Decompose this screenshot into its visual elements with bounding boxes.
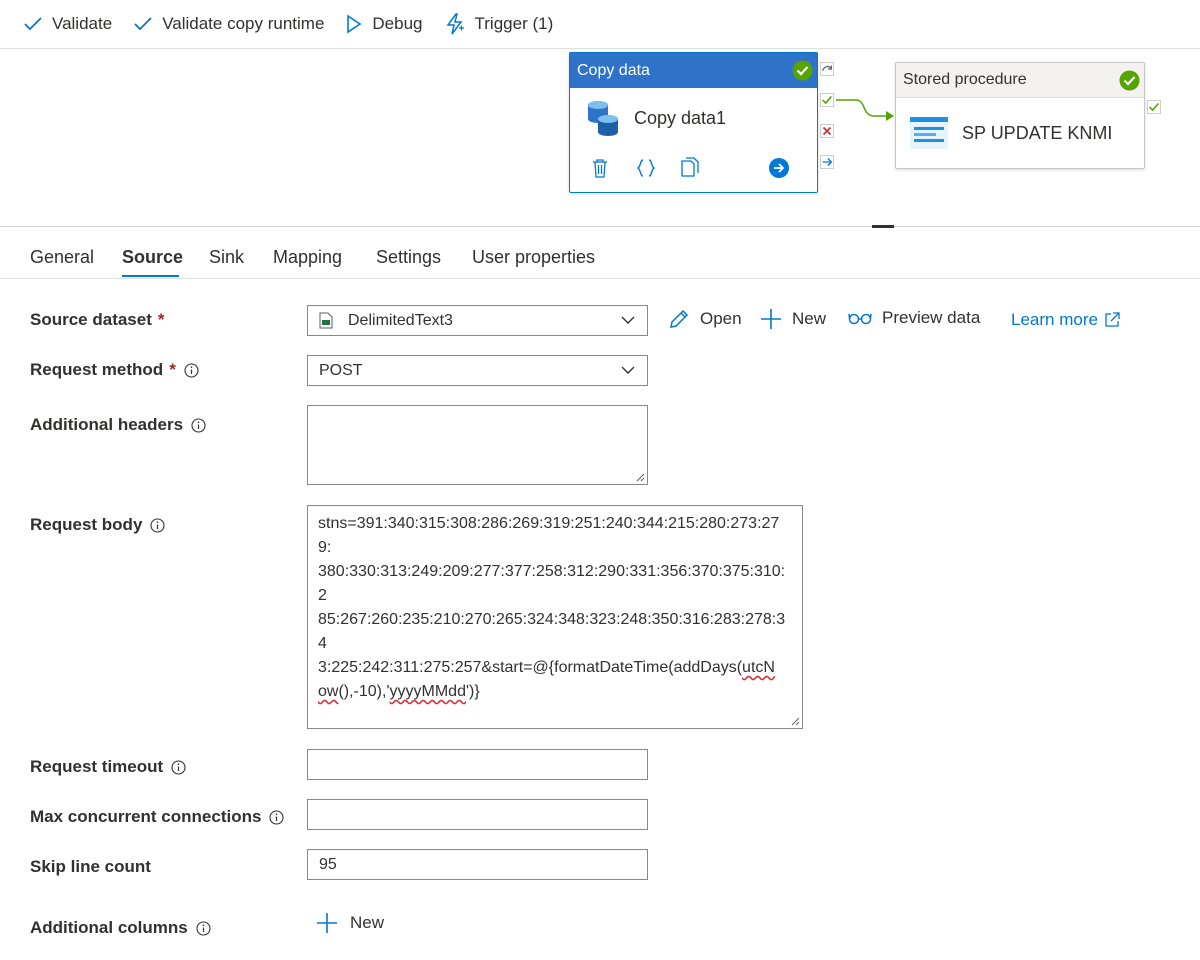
tab-general[interactable]: General [30, 247, 94, 268]
completion-port-icon[interactable] [820, 155, 834, 169]
clone-icon[interactable] [680, 157, 700, 179]
new-dataset-button[interactable]: New [760, 308, 826, 330]
database-copy-icon [588, 101, 618, 136]
resize-grip[interactable] [872, 225, 894, 228]
trigger-label: Trigger (1) [474, 14, 554, 33]
request-method-value: POST [319, 361, 363, 379]
copy-data-activity[interactable]: Copy data Copy data1 [569, 52, 818, 193]
success-port-icon[interactable] [820, 93, 834, 107]
tab-settings[interactable]: Settings [376, 247, 441, 268]
learn-more-link[interactable]: Learn more [1011, 310, 1120, 330]
validate-button[interactable]: Validate [24, 0, 112, 49]
checkmark-icon [24, 17, 42, 31]
skip-line-count-value: 95 [319, 855, 337, 873]
source-dataset-label: Source dataset * [30, 310, 165, 329]
tab-user-properties[interactable]: User properties [472, 247, 595, 268]
required-marker: * [157, 310, 165, 329]
request-method-label: Request method * [30, 360, 199, 380]
play-icon [347, 14, 362, 34]
code-braces-icon[interactable] [636, 158, 656, 178]
info-icon[interactable] [196, 920, 211, 936]
activity-name: Copy data1 [634, 107, 727, 128]
activity-name: SP UPDATE KNMI [962, 122, 1113, 143]
stored-procedure-header: Stored procedure [896, 63, 1144, 98]
skip-line-count-input[interactable]: 95 [307, 849, 648, 880]
properties-tabs: General Source Sink Mapping Settings Use… [0, 229, 1200, 279]
tab-source[interactable]: Source [122, 247, 183, 268]
success-status-icon [792, 60, 813, 81]
required-marker: * [169, 360, 176, 379]
source-dataset-select[interactable]: DelimitedText3 [307, 305, 648, 336]
tab-sink[interactable]: Sink [209, 247, 244, 268]
validate-copy-runtime-button[interactable]: Validate copy runtime [134, 0, 324, 49]
canvas-divider [0, 226, 1200, 227]
request-timeout-label: Request timeout [30, 757, 186, 777]
lightning-icon [446, 13, 464, 35]
checkmark-icon [134, 17, 152, 31]
tab-mapping[interactable]: Mapping [273, 247, 342, 268]
stored-procedure-icon [910, 117, 948, 149]
info-icon[interactable] [191, 417, 206, 433]
toolbar: Validate Validate copy runtime Debug Tri… [0, 0, 1200, 49]
success-status-icon [1119, 70, 1140, 91]
plus-icon [761, 309, 781, 329]
copy-data-header: Copy data [570, 53, 817, 88]
info-icon[interactable] [184, 362, 199, 378]
navigate-arrow-icon[interactable] [768, 157, 790, 179]
max-concurrent-connections-input[interactable] [307, 799, 648, 830]
debug-button[interactable]: Debug [346, 0, 423, 49]
request-timeout-input[interactable] [307, 749, 648, 780]
failure-port-icon[interactable] [820, 124, 834, 138]
source-dataset-value: DelimitedText3 [348, 311, 453, 329]
validate-copy-runtime-label: Validate copy runtime [162, 14, 325, 33]
chevron-down-icon [621, 366, 635, 374]
validate-label: Validate [52, 14, 113, 33]
max-concurrent-connections-label: Max concurrent connections [30, 807, 284, 827]
skip-line-count-label: Skip line count [30, 857, 151, 876]
resize-handle-icon[interactable] [790, 716, 800, 726]
glasses-icon [848, 313, 872, 325]
pencil-icon [670, 309, 689, 328]
add-column-button[interactable]: New [316, 912, 384, 934]
skip-port-icon[interactable] [820, 62, 834, 76]
additional-columns-label: Additional columns [30, 918, 211, 938]
debug-label: Debug [372, 14, 423, 33]
delete-icon[interactable] [592, 158, 608, 178]
activity-type-label: Stored procedure [903, 71, 1027, 88]
info-icon[interactable] [150, 517, 165, 533]
info-icon[interactable] [171, 759, 186, 775]
external-link-icon [1105, 312, 1120, 327]
trigger-button[interactable]: Trigger (1) [445, 0, 554, 49]
resize-handle-icon[interactable] [635, 472, 645, 482]
request-body-label: Request body [30, 515, 165, 535]
activity-type-label: Copy data [577, 61, 650, 79]
info-icon[interactable] [269, 809, 284, 825]
stored-procedure-activity[interactable]: Stored procedure SP UPDATE KNMI [895, 62, 1145, 169]
success-connector[interactable] [836, 92, 898, 124]
plus-icon [317, 913, 337, 933]
success-port-icon[interactable] [1147, 100, 1161, 114]
additional-headers-label: Additional headers [30, 415, 206, 435]
preview-data-button[interactable]: Preview data [848, 308, 980, 328]
active-tab-indicator [122, 275, 179, 277]
request-method-select[interactable]: POST [307, 355, 648, 386]
additional-headers-textarea[interactable] [307, 405, 648, 485]
request-body-textarea[interactable]: stns=391:340:315:308:286:269:319:251:240… [307, 505, 803, 729]
open-dataset-button[interactable]: Open [668, 308, 742, 330]
chevron-down-icon [621, 316, 635, 324]
csv-file-icon [319, 312, 333, 329]
